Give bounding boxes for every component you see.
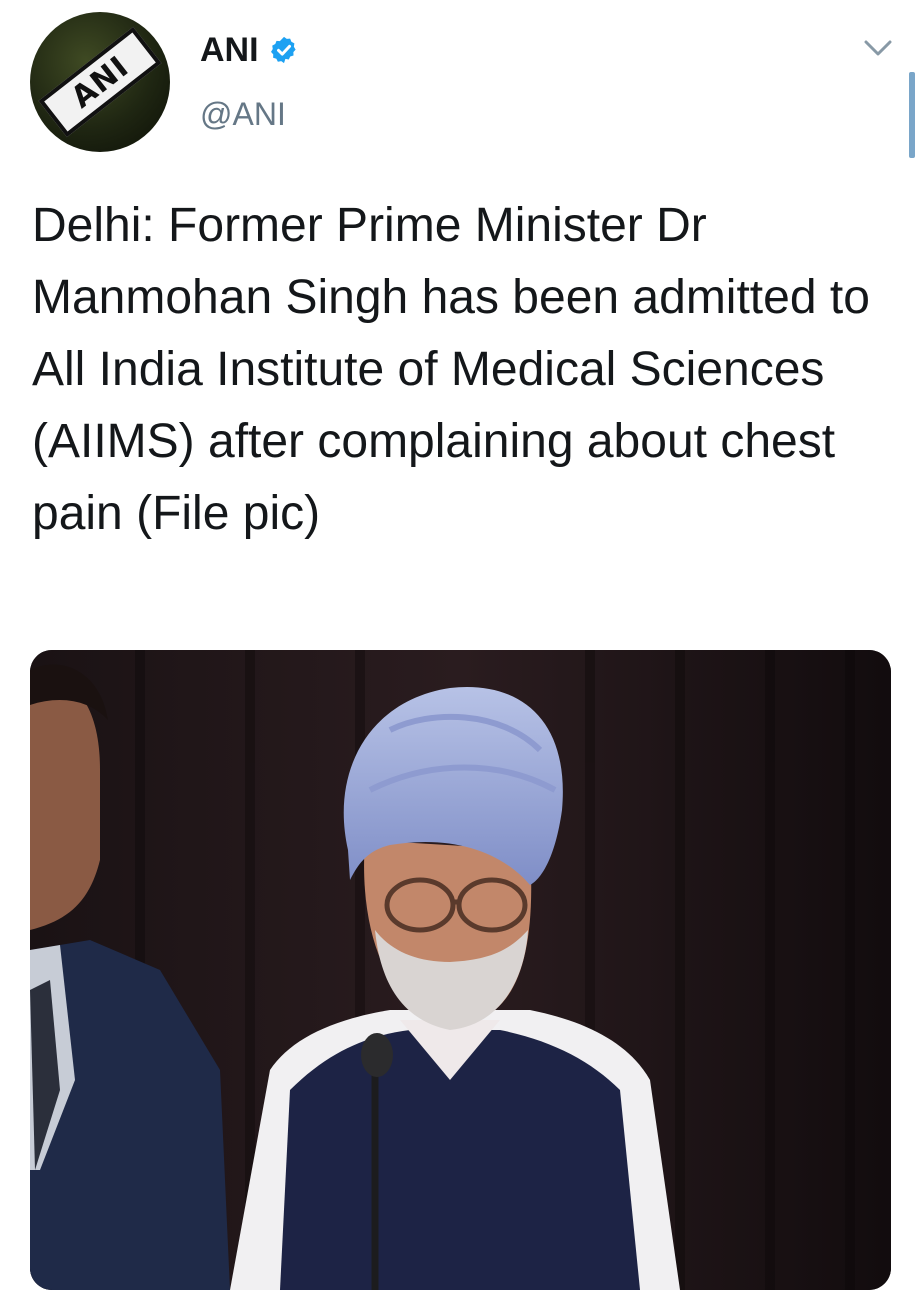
- scrollbar-thumb[interactable]: [909, 72, 915, 158]
- chevron-down-icon[interactable]: [862, 34, 894, 62]
- avatar-logo-text: ANI: [64, 48, 136, 116]
- author-name-row: ANI: [200, 28, 299, 72]
- author-handle[interactable]: @ANI: [200, 96, 286, 133]
- author-display-name[interactable]: ANI: [200, 31, 259, 70]
- verified-badge-icon: [270, 36, 296, 64]
- tweet-card[interactable]: ANI ANI @ANI Delhi: Former Prime Ministe…: [0, 0, 917, 1290]
- tweet-photo[interactable]: [30, 650, 891, 1290]
- photo-icon: [30, 650, 891, 1290]
- author-avatar[interactable]: ANI: [30, 12, 170, 152]
- tweet-text: Delhi: Former Prime Minister Dr Manmohan…: [32, 199, 870, 540]
- ani-logo-icon: ANI: [38, 26, 162, 138]
